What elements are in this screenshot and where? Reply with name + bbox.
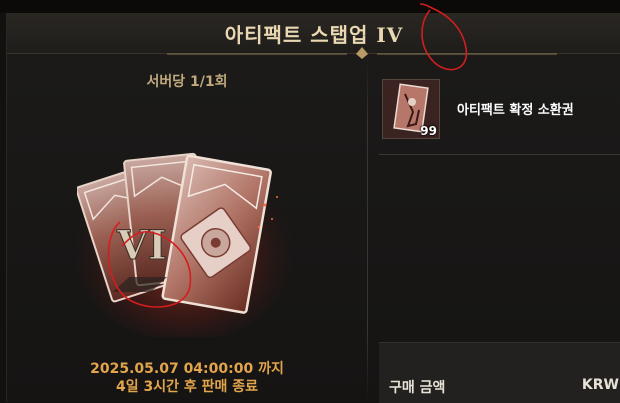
reward-separator [379,154,620,155]
reward-count: 99 [420,124,437,138]
price-currency: KRW [581,377,619,393]
package-preview: 서버당 1/1회 VI 2025.05.07 04:00:00 까지 4일 3시… [7,54,367,402]
reward-list: 99 아티팩트 확정 소환권 구매 금액 KRW [379,54,620,403]
artifact-cards-image: VI [77,152,292,337]
column-divider [367,54,368,402]
purchase-limit: 서버당 1/1회 [146,74,228,90]
summon-ticket-icon: 99 [382,79,440,139]
sale-end-date: 2025.05.07 04:00:00 까지 [90,361,284,377]
price-label: 구매 금액 [389,380,446,396]
price-bar: 구매 금액 KRW [379,342,620,403]
reward-item[interactable]: 99 아티팩트 확정 소환권 [379,79,620,155]
tier-numeral-text: VI [116,222,167,269]
top-strip [0,0,620,13]
sale-remaining-time: 4일 3시간 후 판매 종료 [115,379,259,395]
shop-panel: 아티팩트 스탭업 IV 서버당 1/1회 VI 2025.05.07 04:00… [6,13,620,403]
reward-name: 아티팩트 확정 소환권 [457,103,574,118]
